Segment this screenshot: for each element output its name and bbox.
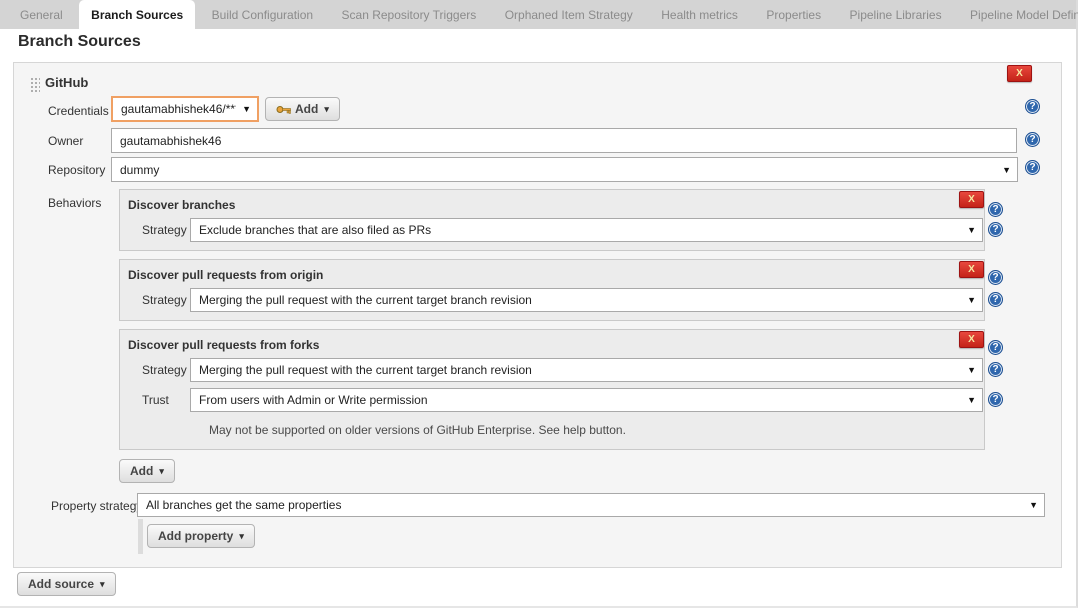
delete-source-button[interactable]: X [1007,65,1032,82]
pr-origin-strategy-select[interactable]: Merging the pull request with the curren… [190,288,983,312]
strategy-help-icon[interactable]: ? [988,222,1003,237]
chevron-down-icon: ▼ [967,365,976,375]
caret-down-icon: ▾ [324,104,329,115]
chevron-down-icon: ▼ [967,395,976,405]
repository-help-icon[interactable]: ? [1025,160,1040,175]
caret-down-icon: ▾ [159,466,164,477]
key-icon [276,105,291,114]
tab-pipeline-libraries[interactable]: Pipeline Libraries [838,0,954,31]
delete-behavior-button[interactable]: X [959,261,984,278]
owner-label: Owner [48,134,83,148]
behavior-title: Discover branches [128,198,235,212]
insertion-marker [138,519,143,554]
property-strategy-label: Property strategy [51,499,142,513]
property-strategy-select-value: All branches get the same properties [146,498,1023,512]
caret-down-icon: ▾ [239,531,244,542]
tab-orphaned-item-strategy[interactable]: Orphaned Item Strategy [493,0,645,31]
chevron-down-icon: ▼ [967,295,976,305]
delete-behavior-button[interactable]: X [959,331,984,348]
trust-note: May not be supported on older versions o… [209,423,626,437]
drag-handle-icon[interactable] [30,77,40,92]
chevron-down-icon: ▼ [967,225,976,235]
strategy-label: Strategy [142,223,187,237]
owner-help-icon[interactable]: ? [1025,132,1040,147]
tab-scan-repository-triggers[interactable]: Scan Repository Triggers [330,0,489,31]
tab-health-metrics[interactable]: Health metrics [649,0,750,31]
behavior-title: Discover pull requests from forks [128,338,319,352]
strategy-help-icon[interactable]: ? [988,362,1003,377]
page-title: Branch Sources [18,33,141,51]
pr-forks-trust-select[interactable]: From users with Admin or Write permissio… [190,388,983,412]
owner-input[interactable] [111,128,1017,153]
add-source-label: Add source [28,577,94,591]
trust-help-icon[interactable]: ? [988,392,1003,407]
config-tab-bar: General Branch Sources Build Configurati… [0,0,1076,29]
strategy-label: Strategy [142,293,187,307]
tab-build-configuration[interactable]: Build Configuration [200,0,325,31]
behavior-help-icon[interactable]: ? [988,270,1003,285]
add-behavior-button[interactable]: Add ▾ [119,459,175,483]
source-type-title: GitHub [45,75,88,90]
strategy-select-value: Merging the pull request with the curren… [199,293,961,307]
strategy-help-icon[interactable]: ? [988,292,1003,307]
tab-branch-sources[interactable]: Branch Sources [79,0,195,31]
discover-branches-strategy-select[interactable]: Exclude branches that are also filed as … [190,218,983,242]
pr-forks-strategy-select[interactable]: Merging the pull request with the curren… [190,358,983,382]
trust-label: Trust [142,393,169,407]
add-credentials-button[interactable]: Add ▾ [265,97,340,121]
add-property-label: Add property [158,529,233,543]
strategy-label: Strategy [142,363,187,377]
behavior-title: Discover pull requests from origin [128,268,323,282]
tab-properties[interactable]: Properties [754,0,833,31]
behavior-help-icon[interactable]: ? [988,202,1003,217]
add-behavior-label: Add [130,464,153,478]
trust-select-value: From users with Admin or Write permissio… [199,393,961,407]
delete-behavior-button[interactable]: X [959,191,984,208]
repository-select[interactable]: dummy ▼ [111,157,1018,182]
tab-general[interactable]: General [8,0,75,31]
credentials-select[interactable]: gautamabhishek46/****** ▼ [111,96,259,122]
chevron-down-icon: ▼ [1029,500,1038,510]
repository-label: Repository [48,163,105,177]
credentials-label: Credentials [48,104,109,118]
add-credentials-label: Add [295,102,318,116]
behavior-discover-pr-forks: Discover pull requests from forks X Stra… [119,329,985,450]
behaviors-label: Behaviors [48,196,101,210]
behavior-discover-pr-origin: Discover pull requests from origin X Str… [119,259,985,321]
chevron-down-icon: ▼ [1002,165,1011,175]
behavior-help-icon[interactable]: ? [988,340,1003,355]
strategy-select-value: Merging the pull request with the curren… [199,363,961,377]
behavior-discover-branches: Discover branches X Strategy Exclude bra… [119,189,985,251]
repository-select-value: dummy [120,163,996,177]
jenkins-config-page: General Branch Sources Build Configurati… [0,0,1078,608]
add-source-button[interactable]: Add source ▾ [17,572,116,596]
tab-pipeline-model-definition[interactable]: Pipeline Model Definition [958,0,1078,31]
credentials-select-value: gautamabhishek46/****** [121,102,236,116]
credentials-help-icon[interactable]: ? [1025,99,1040,114]
branch-source-github-section: GitHub X Credentials gautamabhishek46/**… [13,62,1062,568]
strategy-select-value: Exclude branches that are also filed as … [199,223,961,237]
chevron-down-icon: ▼ [242,104,251,114]
caret-down-icon: ▾ [100,579,105,590]
add-property-button[interactable]: Add property ▾ [147,524,255,548]
property-strategy-select[interactable]: All branches get the same properties ▼ [137,493,1045,517]
